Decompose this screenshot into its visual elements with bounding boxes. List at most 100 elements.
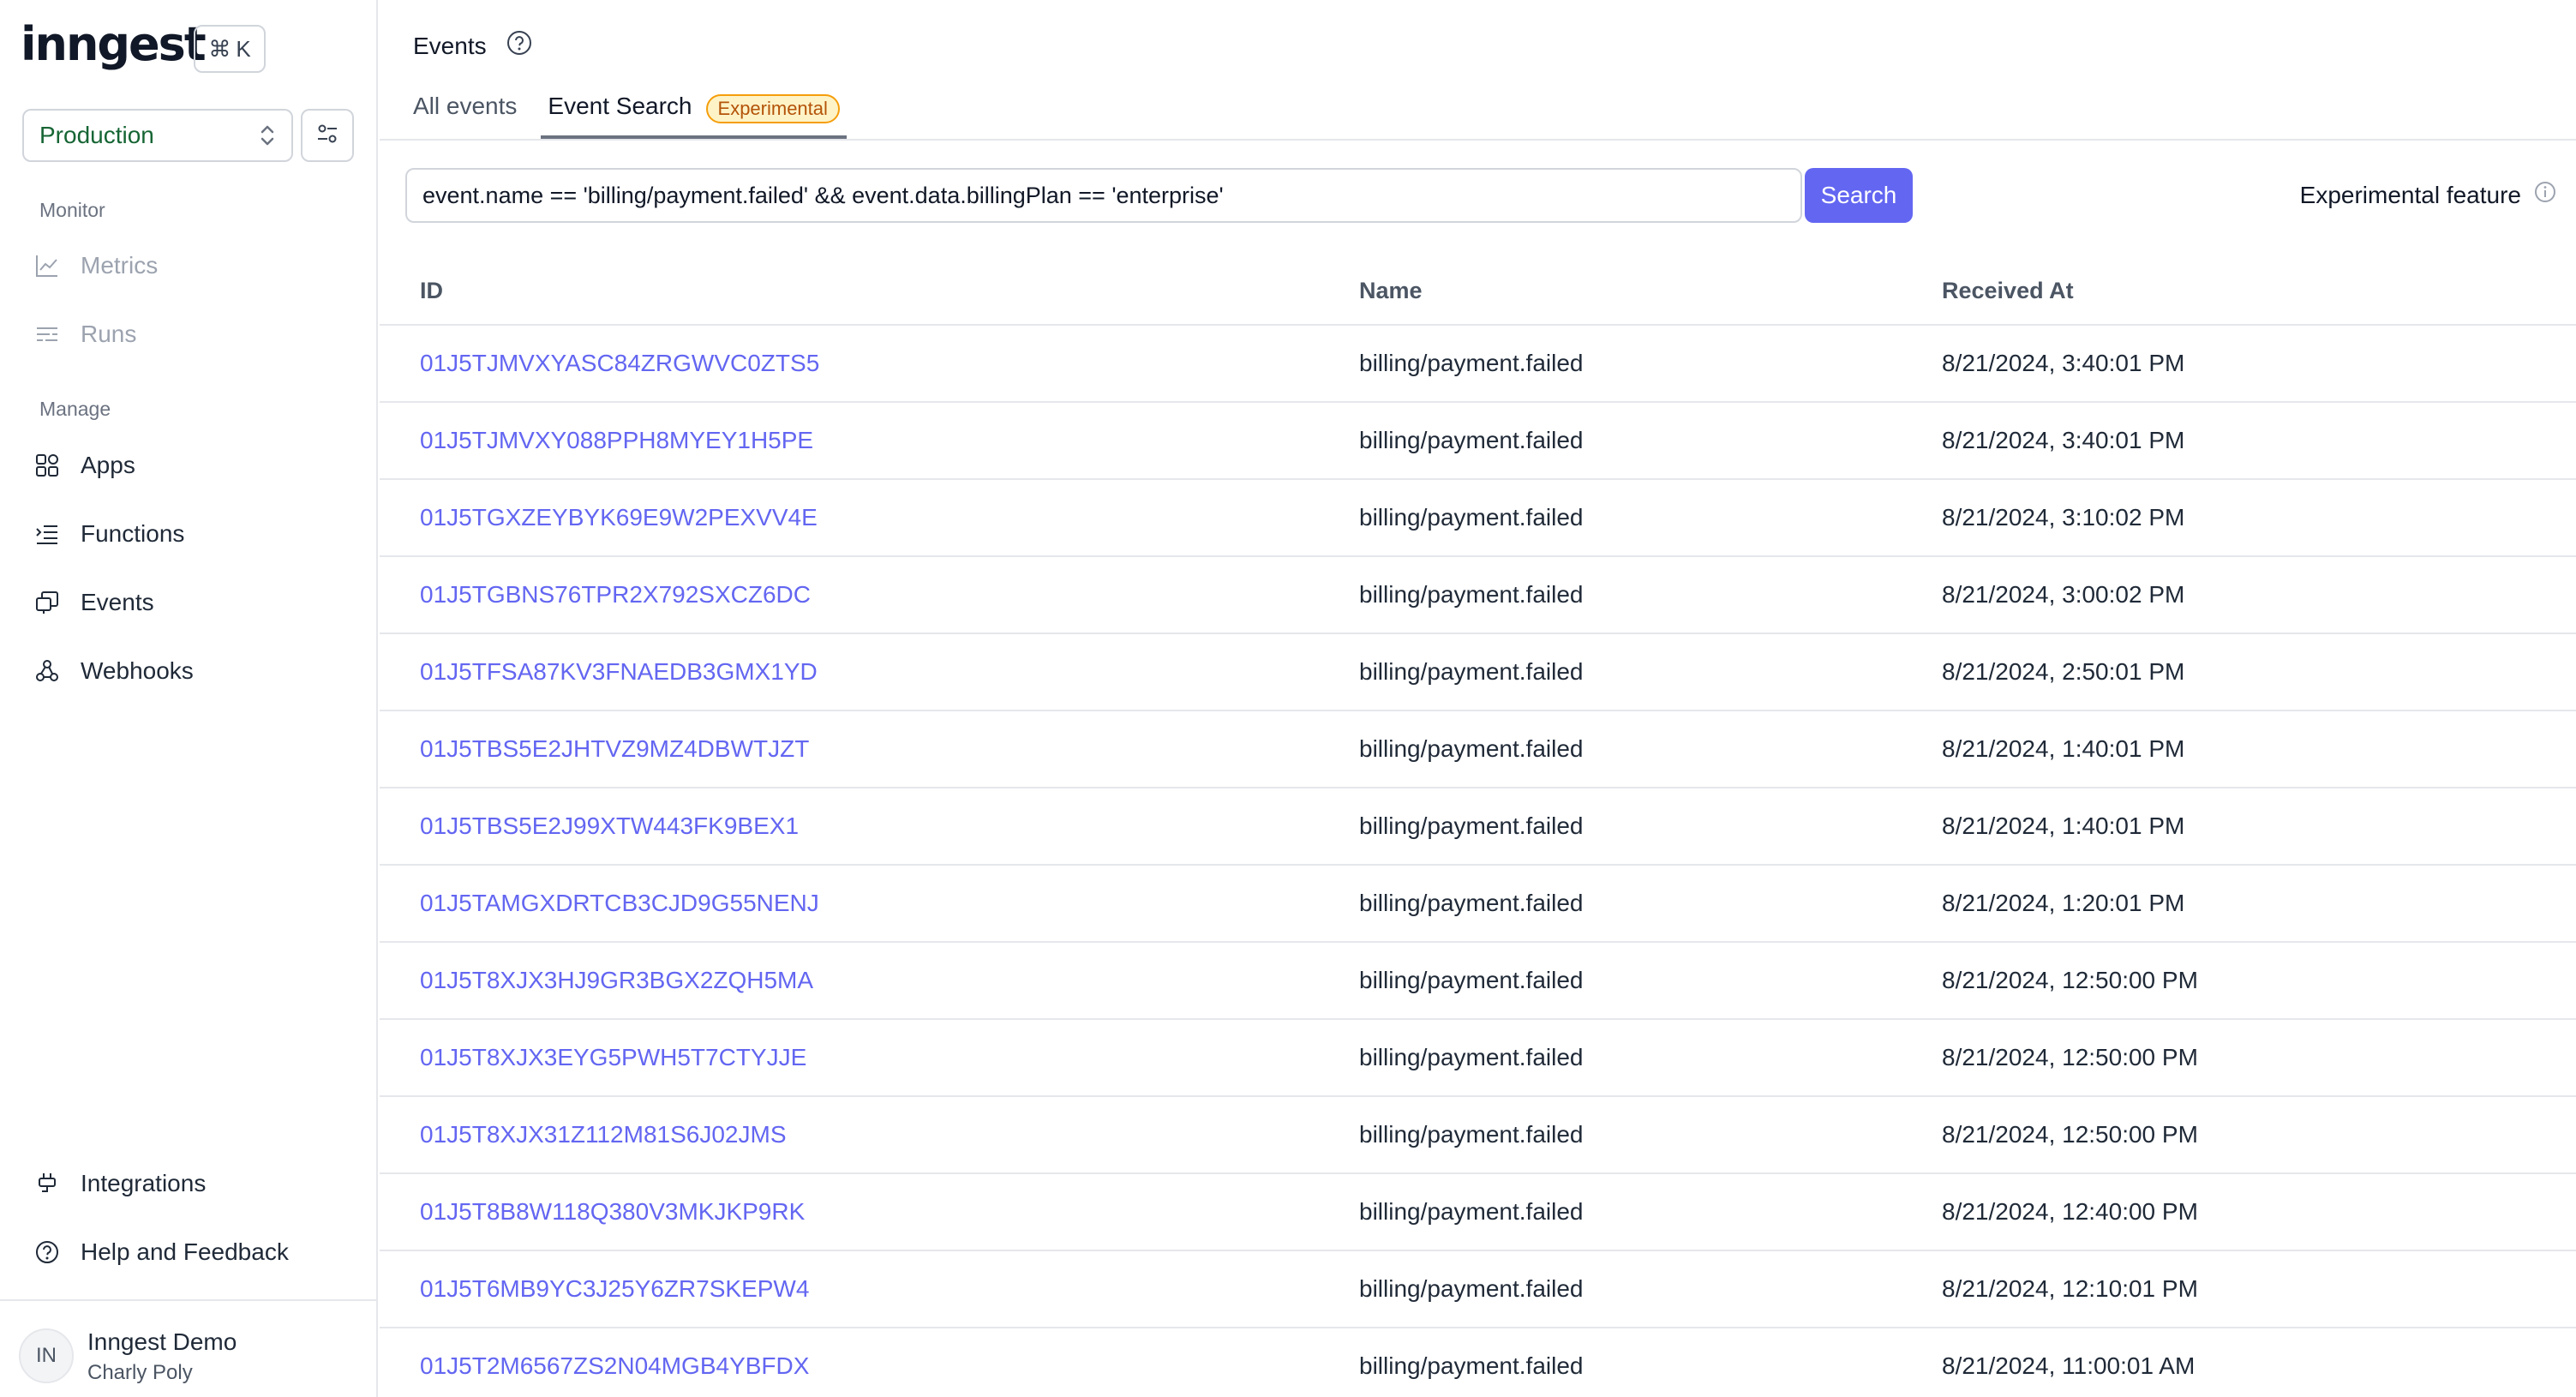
table-row[interactable]: 01J5TBS5E2JHTVZ9MZ4DBWTJZT billing/paymen… [380, 711, 2576, 788]
received-at: 8/21/2024, 12:50:00 PM [1942, 967, 2198, 993]
event-id-link[interactable]: 01J5T8XJX3HJ9GR3BGX2ZQH5MA [380, 967, 1359, 994]
event-id-link[interactable]: 01J5T6MB9YC3J25Y6ZR7SKEPW4 [380, 1275, 1359, 1303]
table-row[interactable]: 01J5TJMVXY088PPH8MYEY1H5PE billing/paymen… [380, 403, 2576, 480]
event-id-link[interactable]: 01J5TGXZEYBYK69E9W2PEXVV4E [380, 504, 1359, 531]
event-name: billing/payment.failed [1359, 812, 1584, 839]
received-at: 8/21/2024, 11:00:01 AM [1942, 1352, 2196, 1379]
event-id-link[interactable]: 01J5TAMGXDRTCB3CJD9G55NENJ [380, 890, 1359, 917]
table-row[interactable]: 01J5T6MB9YC3J25Y6ZR7SKEPW4 billing/paymen… [380, 1251, 2576, 1328]
event-name: billing/payment.failed [1359, 1275, 1584, 1302]
sidebar-item-help[interactable]: Help and Feedback [33, 1231, 289, 1274]
sidebar-item-apps[interactable]: Apps [33, 444, 135, 487]
table-row[interactable]: 01J5T8B8W118Q380V3MKJKP9RK billing/paymen… [380, 1174, 2576, 1251]
sidebar-item-label: Events [81, 589, 154, 615]
environment-label: Production [39, 122, 154, 148]
page-title: Events [413, 32, 487, 59]
event-name: billing/payment.failed [1359, 967, 1584, 993]
table-row[interactable]: 01J5T8XJX31Z112M81S6J02JMS billing/paymen… [380, 1097, 2576, 1174]
event-name: billing/payment.failed [1359, 350, 1584, 376]
received-at: 8/21/2024, 1:40:01 PM [1942, 812, 2185, 839]
received-at: 8/21/2024, 3:40:01 PM [1942, 350, 2185, 376]
help-circle-icon[interactable] [506, 29, 533, 63]
section-title-monitor: Monitor [39, 199, 105, 221]
event-id-link[interactable]: 01J5TJMVXY088PPH8MYEY1H5PE [380, 427, 1359, 454]
tab-label: Event Search [548, 93, 692, 119]
webhooks-icon [33, 657, 62, 686]
user-name[interactable]: Inngest Demo [87, 1328, 237, 1356]
event-name: billing/payment.failed [1359, 1352, 1584, 1379]
event-id-link[interactable]: 01J5TBS5E2J99XTW443FK9BEX1 [380, 812, 1359, 840]
sidebar-item-label: Webhooks [81, 657, 194, 684]
sliders-icon [315, 121, 340, 151]
tab-all-events[interactable]: All events [413, 86, 517, 139]
experimental-feature-label: Experimental feature [2299, 181, 2521, 208]
sidebar-item-metrics[interactable]: Metrics [33, 244, 158, 287]
column-header-name: Name [1359, 277, 1423, 303]
event-name: billing/payment.failed [1359, 581, 1584, 608]
table-row[interactable]: 01J5TFSA87KV3FNAEDB3GMX1YD billing/paymen… [380, 634, 2576, 711]
sidebar-item-integrations[interactable]: Integrations [33, 1162, 206, 1205]
event-name: billing/payment.failed [1359, 735, 1584, 762]
event-id-link[interactable]: 01J5TJMVXYASC84ZRGWVC0ZTS5 [380, 350, 1359, 377]
environment-settings-button[interactable] [301, 109, 354, 162]
help-icon [33, 1238, 62, 1267]
event-id-link[interactable]: 01J5TBS5E2JHTVZ9MZ4DBWTJZT [380, 735, 1359, 763]
search-button[interactable]: Search [1805, 168, 1913, 223]
main-content: Events All events Event Search Experimen… [380, 0, 2576, 1397]
received-at: 8/21/2024, 2:50:01 PM [1942, 658, 2185, 685]
event-name: billing/payment.failed [1359, 890, 1584, 916]
sidebar-item-runs[interactable]: Runs [33, 313, 136, 356]
sidebar-item-functions[interactable]: Functions [33, 513, 184, 555]
column-header-id: ID [420, 277, 443, 303]
command-icon: ⌘ [208, 35, 231, 62]
event-name: billing/payment.failed [1359, 504, 1584, 531]
received-at: 8/21/2024, 1:20:01 PM [1942, 890, 2185, 916]
event-id-link[interactable]: 01J5T8XJX3EYG5PWH5T7CTYJJE [380, 1044, 1359, 1071]
table-row[interactable]: 01J5TGBNS76TPR2X792SXCZ6DC billing/paymen… [380, 557, 2576, 634]
event-search-input[interactable] [405, 168, 1802, 223]
event-name: billing/payment.failed [1359, 1044, 1584, 1070]
event-name: billing/payment.failed [1359, 427, 1584, 453]
sidebar-item-label: Help and Feedback [81, 1238, 289, 1265]
tab-event-search[interactable]: Event Search Experimental [541, 86, 847, 139]
info-icon[interactable] [2533, 180, 2557, 210]
table-row[interactable]: 01J5TJMVXYASC84ZRGWVC0ZTS5 billing/paymen… [380, 326, 2576, 403]
event-name: billing/payment.failed [1359, 658, 1584, 685]
sidebar-item-label: Integrations [81, 1170, 207, 1196]
received-at: 8/21/2024, 1:40:01 PM [1942, 735, 2185, 762]
received-at: 8/21/2024, 12:50:00 PM [1942, 1044, 2198, 1070]
event-id-link[interactable]: 01J5TGBNS76TPR2X792SXCZ6DC [380, 581, 1359, 609]
event-id-link[interactable]: 01J5T8XJX31Z112M81S6J02JMS [380, 1121, 1359, 1148]
plug-icon [33, 1169, 62, 1198]
inngest-logo[interactable]: inngest [21, 17, 207, 71]
table-row[interactable]: 01J5T2M6567ZS2N04MGB4YBFDX billing/paymen… [380, 1328, 2576, 1397]
section-title-manage: Manage [39, 398, 111, 420]
tab-label: All events [413, 93, 518, 119]
sidebar: inngest ⌘ K Production Monitor Metrics R… [0, 0, 378, 1397]
sidebar-item-events[interactable]: Events [33, 581, 154, 624]
events-table: ID Name Received At 01J5TJMVXYASC84ZRGWV… [380, 257, 2576, 1397]
received-at: 8/21/2024, 3:00:02 PM [1942, 581, 2185, 608]
runs-icon [33, 320, 62, 349]
avatar[interactable]: IN [19, 1328, 74, 1383]
event-name: billing/payment.failed [1359, 1198, 1584, 1225]
event-name: billing/payment.failed [1359, 1121, 1584, 1148]
received-at: 8/21/2024, 12:40:00 PM [1942, 1198, 2198, 1225]
received-at: 8/21/2024, 12:50:00 PM [1942, 1121, 2198, 1148]
event-id-link[interactable]: 01J5TFSA87KV3FNAEDB3GMX1YD [380, 658, 1359, 686]
table-row[interactable]: 01J5T8XJX3HJ9GR3BGX2ZQH5MA billing/paymen… [380, 943, 2576, 1020]
chevron-up-down-icon [259, 123, 276, 147]
table-row[interactable]: 01J5TGXZEYBYK69E9W2PEXVV4E billing/paymen… [380, 480, 2576, 557]
table-row[interactable]: 01J5TAMGXDRTCB3CJD9G55NENJ billing/paymen… [380, 866, 2576, 943]
environment-select[interactable]: Production [22, 109, 293, 162]
sidebar-item-label: Runs [81, 321, 137, 347]
table-header: ID Name Received At [380, 257, 2576, 326]
shortcut-key: K [236, 35, 251, 62]
event-id-link[interactable]: 01J5T2M6567ZS2N04MGB4YBFDX [380, 1352, 1359, 1380]
sidebar-item-webhooks[interactable]: Webhooks [33, 650, 194, 693]
event-id-link[interactable]: 01J5T8B8W118Q380V3MKJKP9RK [380, 1198, 1359, 1226]
table-row[interactable]: 01J5TBS5E2J99XTW443FK9BEX1 billing/paymen… [380, 788, 2576, 866]
experimental-feature-info[interactable]: Experimental feature [2300, 180, 2557, 210]
table-row[interactable]: 01J5T8XJX3EYG5PWH5T7CTYJJE billing/paymen… [380, 1020, 2576, 1097]
command-k-button[interactable]: ⌘ K [194, 25, 266, 73]
